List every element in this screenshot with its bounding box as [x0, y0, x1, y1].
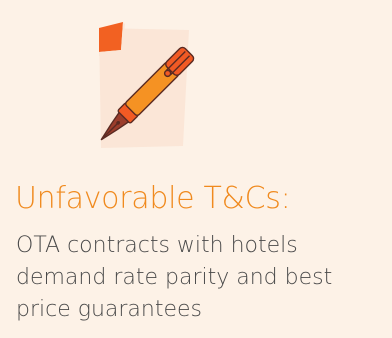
card-description: OTA contracts with hotels demand rate pa… — [16, 233, 333, 322]
fountain-pen-document-icon — [99, 22, 195, 148]
document-corner — [99, 22, 123, 52]
card-title: Unfavorable T&Cs: — [15, 181, 291, 216]
